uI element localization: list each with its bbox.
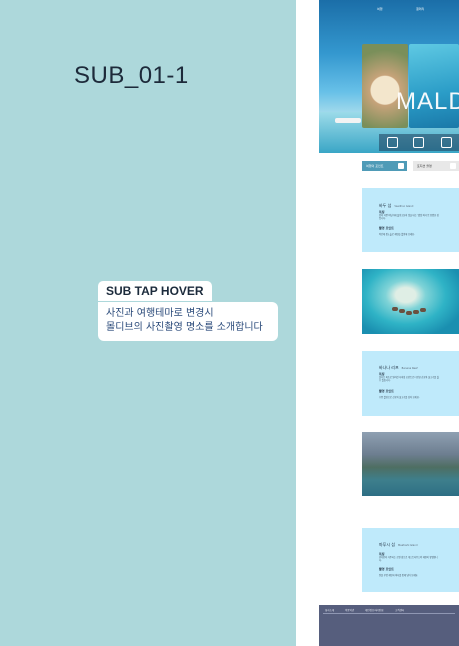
top-nav: 여행 갤러리 xyxy=(319,5,459,15)
card-body: 밤이 되면 바닷가에 플랑크톤이 빛을 내는 '별빛 바다'로 유명한 섬입니다… xyxy=(379,214,439,220)
hover-description: 사진과 여행테마로 변경시 몰디브의 사진촬영 명소를 소개합니다 xyxy=(98,302,278,341)
quick-menu-icon[interactable] xyxy=(413,137,424,148)
card-body: 일몰 무렵 해변과 바다를 함께 담아 보세요. xyxy=(379,574,419,577)
footer-divider xyxy=(323,613,455,614)
page-title: SUB_01-1 xyxy=(74,62,189,89)
footer: 회사소개 이용약관 개인정보처리방침 고객센터 xyxy=(319,605,459,646)
card-subtitle: Vaadhoo Island xyxy=(394,205,414,208)
quick-menu-bar xyxy=(379,134,459,151)
annotation-panel: SUB_01-1 SUB TAP HOVER 사진과 여행테마로 변경시 몰디브… xyxy=(0,0,296,646)
card-heading: 촬영 포인트 xyxy=(379,389,394,393)
footer-link[interactable]: 회사소개 xyxy=(325,608,334,612)
card-heading: 촬영 포인트 xyxy=(379,567,394,571)
tab-travel-point[interactable]: 여행의 포인트 xyxy=(362,161,407,171)
card-body: 현지인이 거주하는 로컬 섬으로 게스트하우스와 해변이 유명합니다. xyxy=(379,556,438,562)
water-villa xyxy=(399,309,405,313)
card-body: 야간에 장노출로 해변을 촬영해 보세요. xyxy=(379,233,415,236)
resort-aerial-photo xyxy=(362,432,459,496)
hover-label: SUB TAP HOVER xyxy=(98,281,212,301)
arrow-icon xyxy=(450,163,456,169)
card-subtitle: Banana Reef xyxy=(401,367,418,370)
card-body: 수중 촬영으로 산호와 물고기를 담아 보세요. xyxy=(379,396,420,399)
page-preview: 여행 갤러리 MALD 여행의 포인트 포지션 촬영 바두 섬 Vaadhoo I… xyxy=(319,0,459,646)
tab-label: 포지션 촬영 xyxy=(417,164,432,168)
quick-menu-icon[interactable] xyxy=(441,137,452,148)
spot-card[interactable]: 바나나 리프 Banana Reef 특징 몰디브 최초로 알려진 다이빙 포인트… xyxy=(362,351,459,416)
water-villa xyxy=(406,311,412,315)
card-subtitle: Maafushi Island xyxy=(398,544,418,547)
card-heading: 촬영 포인트 xyxy=(379,226,394,230)
card-title: 바두 섬 Vaadhoo Island xyxy=(379,203,414,208)
tab-photo-spot[interactable]: 포지션 촬영 xyxy=(413,161,459,171)
card-title: 바나나 리프 Banana Reef xyxy=(379,365,418,370)
arrow-icon xyxy=(398,163,404,169)
footer-link[interactable]: 개인정보처리방침 xyxy=(365,608,383,612)
nav-item[interactable]: 여행 xyxy=(377,7,383,11)
water-villa xyxy=(420,308,426,312)
quick-menu-icon[interactable] xyxy=(387,137,398,148)
spot-card[interactable]: 바두 섬 Vaadhoo Island 특징 밤이 되면 바닷가에 플랑크톤이 빛… xyxy=(362,188,459,252)
card-title: 마푸시 섬 Maafushi Island xyxy=(379,542,418,547)
hero-banner: 여행 갤러리 MALD xyxy=(319,0,459,153)
water-villa xyxy=(392,307,398,311)
island-photo xyxy=(362,269,459,334)
card-body: 몰디브 최초로 알려진 다이빙 포인트로 다양한 산호와 물고기를 볼 수 있습… xyxy=(379,376,439,382)
footer-link[interactable]: 고객센터 xyxy=(395,608,404,612)
hero-headline: MALD xyxy=(396,88,459,115)
nav-item[interactable]: 갤러리 xyxy=(416,7,424,11)
water-villa xyxy=(413,310,419,314)
spot-card[interactable]: 마푸시 섬 Maafushi Island 특징 현지인이 거주하는 로컬 섬으로… xyxy=(362,528,459,592)
boat-image xyxy=(335,118,361,123)
tab-label: 여행의 포인트 xyxy=(366,164,384,168)
sub-tabs: 여행의 포인트 포지션 촬영 xyxy=(362,161,459,171)
footer-link[interactable]: 이용약관 xyxy=(345,608,354,612)
